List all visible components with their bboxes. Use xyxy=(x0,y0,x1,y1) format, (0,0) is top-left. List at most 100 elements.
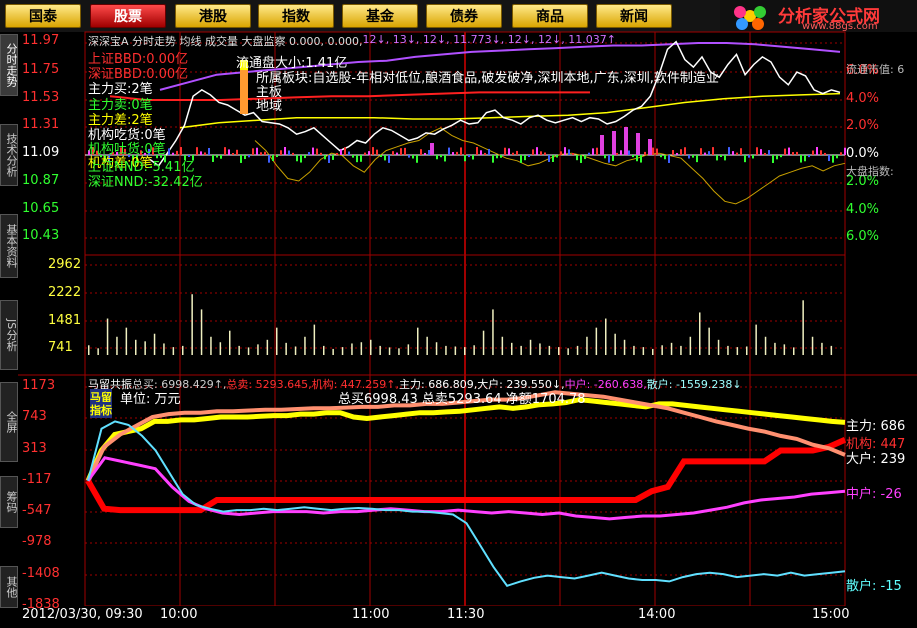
volume-bar xyxy=(736,347,739,355)
lower-tick-label: -547 xyxy=(22,503,52,518)
volume-bar xyxy=(755,324,757,355)
flow-bar xyxy=(716,155,718,161)
volume-bar xyxy=(106,318,109,355)
volume-bar xyxy=(97,348,99,355)
volume-bar xyxy=(172,347,175,355)
volume-bar xyxy=(238,345,240,355)
flow-bar xyxy=(308,152,310,155)
flow-bar xyxy=(520,155,522,163)
indicator-title: 总卖: 5293.645, xyxy=(226,378,312,391)
side-tab-3[interactable]: JS分析 xyxy=(0,300,18,370)
tab-5[interactable]: 债券 xyxy=(426,4,502,28)
badge-line2: 指标 xyxy=(90,402,112,418)
tab-2[interactable]: 港股 xyxy=(175,4,251,28)
flow-bar xyxy=(440,155,442,158)
flow-bar xyxy=(652,147,654,155)
flow-bar xyxy=(492,155,494,163)
flow-bar xyxy=(764,152,766,155)
side-tab-2[interactable]: 基本资料 xyxy=(0,214,18,278)
flow-bar xyxy=(500,155,502,158)
flow-bar xyxy=(280,150,282,155)
volume-block-icon xyxy=(240,70,248,114)
time-label: 14:00 xyxy=(638,607,676,622)
flow-bar xyxy=(244,155,246,160)
flow-bar xyxy=(484,152,486,155)
flow-bar xyxy=(580,155,582,163)
volume-bar xyxy=(304,336,306,355)
flow-bar xyxy=(620,150,622,155)
flow-bar xyxy=(572,152,574,155)
price-tick-label: 11.09 xyxy=(22,145,60,160)
side-tab-5[interactable]: 筹码 xyxy=(0,476,18,528)
volume-bar xyxy=(182,345,184,355)
price-tick-label: 11.31 xyxy=(22,117,60,132)
pct-tick-label: 6.0% xyxy=(846,229,880,244)
flow-bar xyxy=(728,147,730,155)
volume-bar xyxy=(144,341,146,355)
flow-overlay-text: 深证NND:-32.42亿 xyxy=(88,175,203,190)
flow-bar xyxy=(780,155,782,158)
flow-bar xyxy=(176,150,178,155)
tab-0[interactable]: 国泰 xyxy=(5,4,81,28)
side-tab-0[interactable]: 分时走势 xyxy=(0,34,18,96)
flow-bar xyxy=(568,149,570,155)
flow-bar xyxy=(676,152,678,155)
flow-bar xyxy=(796,151,798,155)
flow-bar xyxy=(400,148,402,155)
volume-bar xyxy=(793,347,795,355)
flow-bar xyxy=(656,148,658,155)
time-label: 11:30 xyxy=(447,607,485,622)
flow-bar xyxy=(668,155,670,163)
flow-bar xyxy=(576,155,578,161)
flow-bar xyxy=(608,155,610,163)
flow-bar xyxy=(504,147,506,155)
flow-bar xyxy=(720,155,722,158)
flow-bar xyxy=(640,155,642,163)
volume-bar xyxy=(332,348,334,355)
flow-bar xyxy=(168,148,170,155)
side-tab-1[interactable]: 技术分析 xyxy=(0,124,18,186)
volume-tick-label: 741 xyxy=(48,340,73,355)
lower-tick-label: 313 xyxy=(22,441,47,456)
flow-bar xyxy=(692,155,694,158)
flow-bar xyxy=(284,147,286,155)
tab-6[interactable]: 商品 xyxy=(512,4,588,28)
volume-bar xyxy=(567,348,569,355)
flow-bar xyxy=(452,152,454,155)
flow-bar xyxy=(584,155,586,160)
flow-bar xyxy=(528,155,530,158)
time-label: 10:00 xyxy=(160,607,198,622)
lower-tick-label: -117 xyxy=(22,472,52,487)
tab-7[interactable]: 新闻 xyxy=(596,4,672,28)
flow-bar xyxy=(312,147,314,155)
flow-bar xyxy=(540,151,542,155)
flow-bar xyxy=(560,151,562,155)
flow-bar xyxy=(372,147,374,155)
flow-bar-tall xyxy=(600,135,604,155)
volume-tick-label: 2222 xyxy=(48,285,82,300)
flow-bar xyxy=(340,149,342,155)
flow-bar xyxy=(664,155,666,160)
flow-bar xyxy=(688,155,690,159)
flow-bar xyxy=(840,152,842,155)
flow-bar xyxy=(808,155,810,158)
volume-bar xyxy=(802,300,804,355)
flow-bar xyxy=(384,155,386,161)
tab-3[interactable]: 指数 xyxy=(258,4,334,28)
chart-header-text: 12↓, 13↓, 12↓, 11.773↓, 12↓, 12↓, 11.037… xyxy=(362,33,616,46)
volume-bar xyxy=(407,344,410,355)
volume-bar xyxy=(351,343,353,355)
tab-1[interactable]: 股票 xyxy=(90,4,166,28)
volume-bar xyxy=(370,339,372,355)
tab-4[interactable]: 基金 xyxy=(342,4,418,28)
flow-bar xyxy=(300,155,302,163)
red-line xyxy=(109,91,590,101)
volume-bar xyxy=(708,327,710,355)
side-tab-6[interactable]: 其他 xyxy=(0,566,18,608)
flow-bar xyxy=(732,151,734,155)
price-tick-label: 11.97 xyxy=(22,33,60,48)
flow-bar xyxy=(748,155,750,158)
flow-bar xyxy=(476,147,478,155)
side-tab-4[interactable]: 全屏 xyxy=(0,382,18,462)
indicator-title: 散户: -1559.238↓ xyxy=(646,378,742,391)
